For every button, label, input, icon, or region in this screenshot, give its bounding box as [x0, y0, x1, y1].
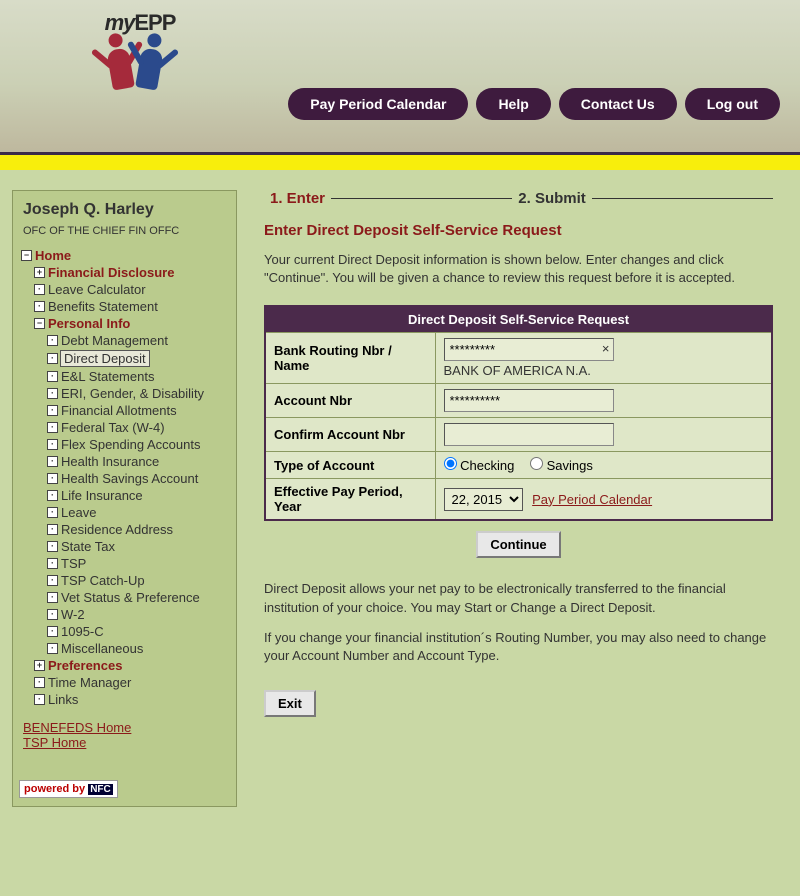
page-title: Enter Direct Deposit Self-Service Reques… [264, 222, 773, 239]
info-text-2: If you change your financial institution… [264, 629, 773, 665]
tree-financial-disclosure[interactable]: Financial Disclosure [48, 265, 174, 280]
nav-tree: −Home +Financial Disclosure ·Leave Calcu… [19, 247, 230, 708]
sidebar: Joseph Q. Harley OFC OF THE CHIEF FIN OF… [12, 190, 237, 807]
nav-pay-period-calendar[interactable]: Pay Period Calendar [288, 88, 468, 120]
leaf-icon[interactable]: · [34, 694, 45, 705]
tree-benefits-statement[interactable]: Benefits Statement [48, 299, 158, 314]
link-tsp[interactable]: TSP Home [23, 735, 230, 750]
logo: myEPP [100, 10, 180, 120]
tree-1095-c[interactable]: 1095-C [61, 624, 104, 639]
leaf-icon[interactable]: · [47, 456, 58, 467]
tree-eri-gender-disability[interactable]: ERI, Gender, & Disability [61, 386, 204, 401]
direct-deposit-form: Direct Deposit Self-Service Request Bank… [264, 305, 773, 521]
link-benefeds[interactable]: BENEFEDS Home [23, 720, 230, 735]
tree-life-insurance[interactable]: Life Insurance [61, 488, 143, 503]
nav-log-out[interactable]: Log out [685, 88, 780, 120]
expand-icon[interactable]: + [34, 660, 45, 671]
effective-select[interactable]: 22, 2015 [444, 488, 523, 511]
top-nav: Pay Period Calendar Help Contact Us Log … [288, 88, 780, 120]
collapse-icon[interactable]: − [21, 250, 32, 261]
leaf-icon[interactable]: · [34, 284, 45, 295]
external-links: BENEFEDS Home TSP Home [19, 720, 230, 750]
confirm-input[interactable] [444, 423, 614, 446]
bank-name: BANK OF AMERICA N.A. [444, 363, 764, 378]
info-text-1: Direct Deposit allows your net pay to be… [264, 580, 773, 616]
leaf-icon[interactable]: · [47, 490, 58, 501]
leaf-icon[interactable]: · [47, 558, 58, 569]
tree-health-savings-account[interactable]: Health Savings Account [61, 471, 198, 486]
step-2: 2. Submit [512, 190, 592, 207]
tree-w-2[interactable]: W-2 [61, 607, 85, 622]
tree-personal-info[interactable]: Personal Info [48, 316, 130, 331]
collapse-icon[interactable]: − [34, 318, 45, 329]
tree-tsp[interactable]: TSP [61, 556, 86, 571]
tree-financial-allotments[interactable]: Financial Allotments [61, 403, 177, 418]
main-content: 1. Enter 2. Submit Enter Direct Deposit … [249, 190, 788, 807]
tree-time-manager[interactable]: Time Manager [48, 675, 131, 690]
type-label: Type of Account [265, 452, 435, 479]
leaf-icon[interactable]: · [47, 575, 58, 586]
tree-direct-deposit[interactable]: Direct Deposit [60, 350, 150, 367]
leaf-icon[interactable]: · [47, 335, 58, 346]
leaf-icon[interactable]: · [47, 507, 58, 518]
intro-text: Your current Direct Deposit information … [264, 251, 773, 287]
clear-icon[interactable]: × [602, 341, 610, 356]
tree-preferences[interactable]: Preferences [48, 658, 122, 673]
leaf-icon[interactable]: · [47, 626, 58, 637]
leaf-icon[interactable]: · [47, 592, 58, 603]
leaf-icon[interactable]: · [47, 541, 58, 552]
leaf-icon[interactable]: · [47, 473, 58, 484]
routing-input[interactable] [444, 338, 614, 361]
banner: myEPP Pay Period Calendar Help Contact U… [0, 0, 800, 155]
leaf-icon[interactable]: · [47, 439, 58, 450]
leaf-icon[interactable]: · [47, 405, 58, 416]
account-label: Account Nbr [265, 384, 435, 418]
user-dept: OFC OF THE CHIEF FIN OFFC [19, 221, 230, 247]
form-header: Direct Deposit Self-Service Request [265, 306, 772, 333]
tree-leave-calculator[interactable]: Leave Calculator [48, 282, 146, 297]
nav-help[interactable]: Help [476, 88, 550, 120]
tree-tsp-catch-up[interactable]: TSP Catch-Up [61, 573, 145, 588]
leaf-icon[interactable]: · [47, 422, 58, 433]
checking-radio[interactable] [444, 457, 457, 470]
leaf-icon[interactable]: · [47, 353, 58, 364]
nav-contact-us[interactable]: Contact Us [559, 88, 677, 120]
step-indicator: 1. Enter 2. Submit [264, 190, 773, 207]
powered-by-badge: powered by NFC [19, 780, 118, 798]
savings-radio[interactable] [530, 457, 543, 470]
tree-links[interactable]: Links [48, 692, 78, 707]
leaf-icon[interactable]: · [47, 524, 58, 535]
continue-button[interactable]: Continue [476, 531, 560, 558]
leaf-icon[interactable]: · [34, 677, 45, 688]
leaf-icon[interactable]: · [47, 643, 58, 654]
figure-blue-icon [130, 31, 171, 100]
tree-miscellaneous[interactable]: Miscellaneous [61, 641, 143, 656]
routing-label: Bank Routing Nbr / Name [265, 333, 435, 384]
tree-vet-status-preference[interactable]: Vet Status & Preference [61, 590, 200, 605]
tree-state-tax[interactable]: State Tax [61, 539, 115, 554]
confirm-label: Confirm Account Nbr [265, 418, 435, 452]
leaf-icon[interactable]: · [47, 388, 58, 399]
tree-flex-spending-accounts[interactable]: Flex Spending Accounts [61, 437, 200, 452]
effective-label: Effective Pay Period, Year [265, 479, 435, 521]
leaf-icon[interactable]: · [47, 609, 58, 620]
tree-debt-management[interactable]: Debt Management [61, 333, 168, 348]
pay-period-calendar-link[interactable]: Pay Period Calendar [532, 492, 652, 507]
tree-residence-address[interactable]: Residence Address [61, 522, 173, 537]
step-1: 1. Enter [264, 190, 331, 207]
tree-e-l-statements[interactable]: E&L Statements [61, 369, 154, 384]
tree-health-insurance[interactable]: Health Insurance [61, 454, 159, 469]
tree-federal-tax-w-4-[interactable]: Federal Tax (W-4) [61, 420, 165, 435]
tree-home[interactable]: Home [35, 248, 71, 263]
expand-icon[interactable]: + [34, 267, 45, 278]
exit-button[interactable]: Exit [264, 690, 316, 717]
user-name: Joseph Q. Harley [19, 199, 230, 221]
account-input[interactable] [444, 389, 614, 412]
leaf-icon[interactable]: · [34, 301, 45, 312]
tree-leave[interactable]: Leave [61, 505, 96, 520]
leaf-icon[interactable]: · [47, 371, 58, 382]
